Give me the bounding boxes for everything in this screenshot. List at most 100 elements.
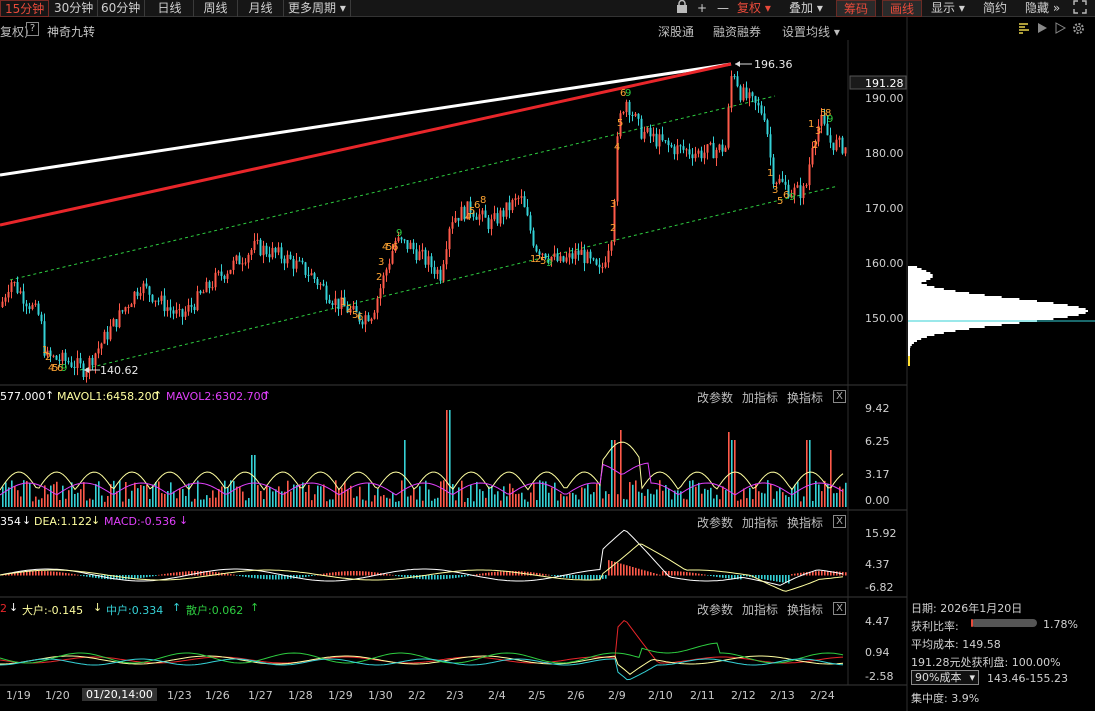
candle-body (751, 92, 754, 97)
candle-body (412, 242, 415, 250)
macd-close-button[interactable]: X (833, 515, 846, 528)
volume-bar (569, 492, 571, 507)
flow-add-indicator-button[interactable]: 加指标 (742, 601, 778, 618)
candle-body (730, 76, 733, 108)
date-tick: 2/9 (608, 689, 626, 702)
vol-switch-indicator-button[interactable]: 换指标 (787, 389, 823, 406)
low-price-label: 140.62 (100, 364, 139, 377)
volume-bar (248, 497, 250, 507)
volume-bar (305, 491, 307, 507)
volume-bar (368, 482, 370, 507)
macd-bar (185, 571, 187, 576)
macd-bar (761, 575, 763, 579)
tdseq-mark: 2 (812, 140, 818, 151)
candle-body (40, 314, 43, 322)
chip-bar (908, 358, 910, 360)
macd-bar (554, 575, 556, 577)
flow-switch-indicator-button[interactable]: 换指标 (787, 601, 823, 618)
volume-bar (737, 500, 739, 507)
candle-body (652, 133, 655, 137)
volume-bar (584, 488, 586, 507)
price-tick-170: 170.00 (865, 202, 904, 215)
volume-bar (47, 494, 49, 507)
candle-body (226, 273, 229, 279)
chip-bar (908, 268, 922, 270)
dahu-arrow-icon: ↓ (93, 601, 103, 614)
macd-bar (698, 573, 700, 576)
volume-bar (125, 481, 127, 507)
volume-bar (833, 493, 835, 507)
candle-body (163, 295, 166, 312)
tdseq-mark: 8 (480, 195, 486, 206)
macd-bar (596, 575, 598, 580)
candle-body (784, 181, 787, 185)
cost-percent-select[interactable]: 90%成本 ▾ (911, 670, 979, 685)
tdseq-mark: 3 (815, 126, 821, 137)
flow-close-button[interactable]: X (833, 602, 846, 615)
candle-body (274, 247, 277, 253)
candle-body (688, 149, 691, 155)
candle-body (586, 251, 589, 264)
vol-edit-params-button[interactable]: 改参数 (697, 389, 733, 406)
macd-bar (173, 572, 175, 576)
candle-body (541, 253, 544, 255)
chip-bar (908, 302, 1054, 304)
candle-body (307, 274, 310, 276)
candle-body (709, 142, 712, 145)
macd-add-indicator-button[interactable]: 加指标 (742, 514, 778, 531)
volume-bar (134, 482, 136, 507)
volume-bar (140, 484, 142, 507)
candle-body (628, 101, 631, 115)
candle-body (676, 145, 679, 155)
macd-bar (32, 571, 34, 576)
volume-bar (671, 499, 673, 507)
volume-bars (0, 410, 847, 507)
flow-edit-params-button[interactable]: 改参数 (697, 601, 733, 618)
volume-bar (830, 450, 832, 507)
macd-bar (650, 572, 652, 576)
date-tick: 1/30 (368, 689, 393, 702)
vol-close-button[interactable]: X (833, 390, 846, 403)
volume-bar (434, 498, 436, 507)
candle-body (706, 144, 709, 153)
flow-tick-2: -2.58 (865, 670, 894, 683)
macd-bar (47, 571, 49, 576)
candle-body (265, 245, 268, 255)
volume-bar (497, 491, 499, 507)
macd-edit-params-button[interactable]: 改参数 (697, 514, 733, 531)
macd-switch-indicator-button[interactable]: 换指标 (787, 514, 823, 531)
candle-body (4, 297, 7, 302)
candle-body (433, 267, 436, 274)
volume-bar (407, 496, 409, 507)
macd-bar (638, 568, 640, 576)
dea-legend: DEA:1.122 (34, 515, 92, 528)
volume-bar (488, 486, 490, 507)
stock-chart-window: { "toolbar": { "periods": ["15分钟","30分钟"… (0, 0, 1095, 711)
chip-bar (908, 272, 931, 274)
macd-arrow-icon: ↓ (179, 514, 189, 527)
volume-bar (479, 489, 481, 507)
volume-bar (347, 489, 349, 507)
volume-bar (575, 494, 577, 507)
candle-body (721, 144, 724, 152)
volume-bar (272, 491, 274, 507)
candle-body (829, 135, 832, 143)
candle-body (289, 254, 292, 259)
tdseq-mark: 2 (45, 352, 51, 363)
volume-bar (17, 490, 19, 507)
candle-body (97, 348, 100, 354)
volume-bar (404, 440, 406, 507)
macd-bar (242, 575, 244, 577)
volume-bar (578, 499, 580, 507)
macd-bar (566, 575, 568, 578)
vol-add-indicator-button[interactable]: 加指标 (742, 389, 778, 406)
candle-body (256, 239, 259, 241)
chip-bar (908, 346, 911, 348)
macd-bar (710, 575, 712, 577)
candle-body (436, 269, 439, 274)
volume-bar (683, 498, 685, 507)
price-tick-150: 150.00 (865, 312, 904, 325)
volume-bar (236, 486, 238, 507)
macd-bar (440, 575, 442, 580)
dea-arrow-icon: ↓ (91, 514, 101, 527)
